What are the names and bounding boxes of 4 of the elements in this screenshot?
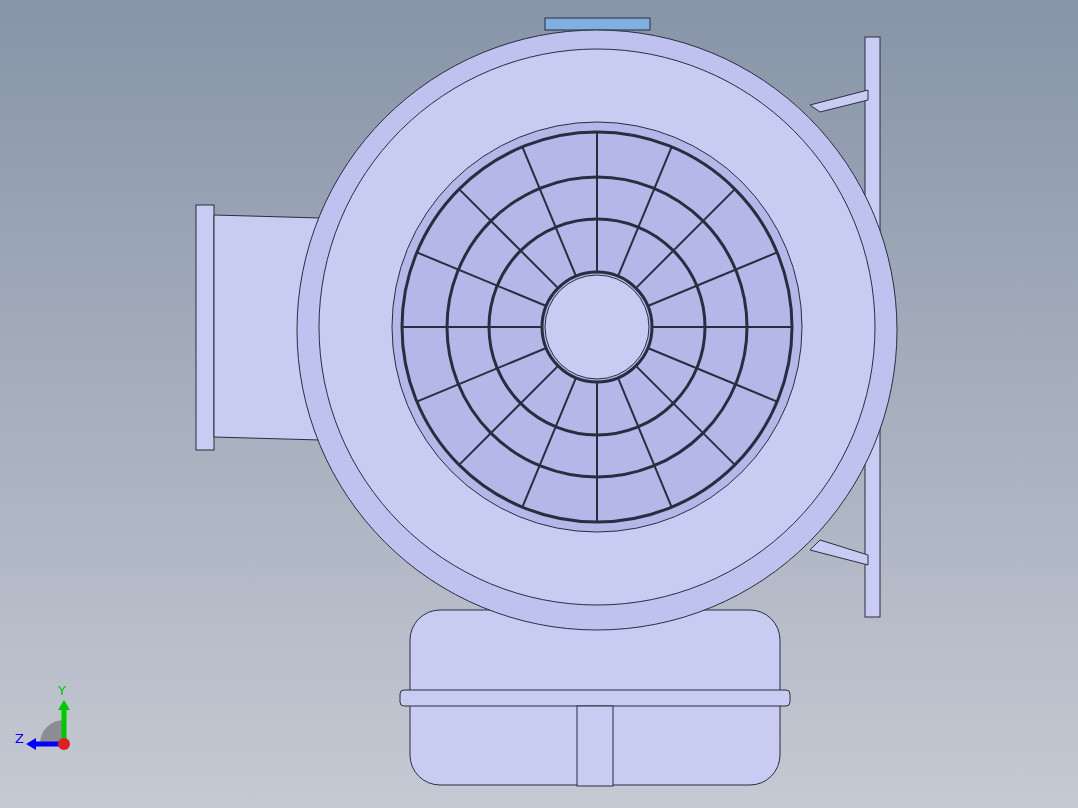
triad-origin-icon (58, 738, 70, 750)
cad-viewport[interactable]: Y Z (0, 0, 1078, 808)
axis-label: Z (15, 732, 24, 745)
axis-label: Y (58, 684, 66, 697)
